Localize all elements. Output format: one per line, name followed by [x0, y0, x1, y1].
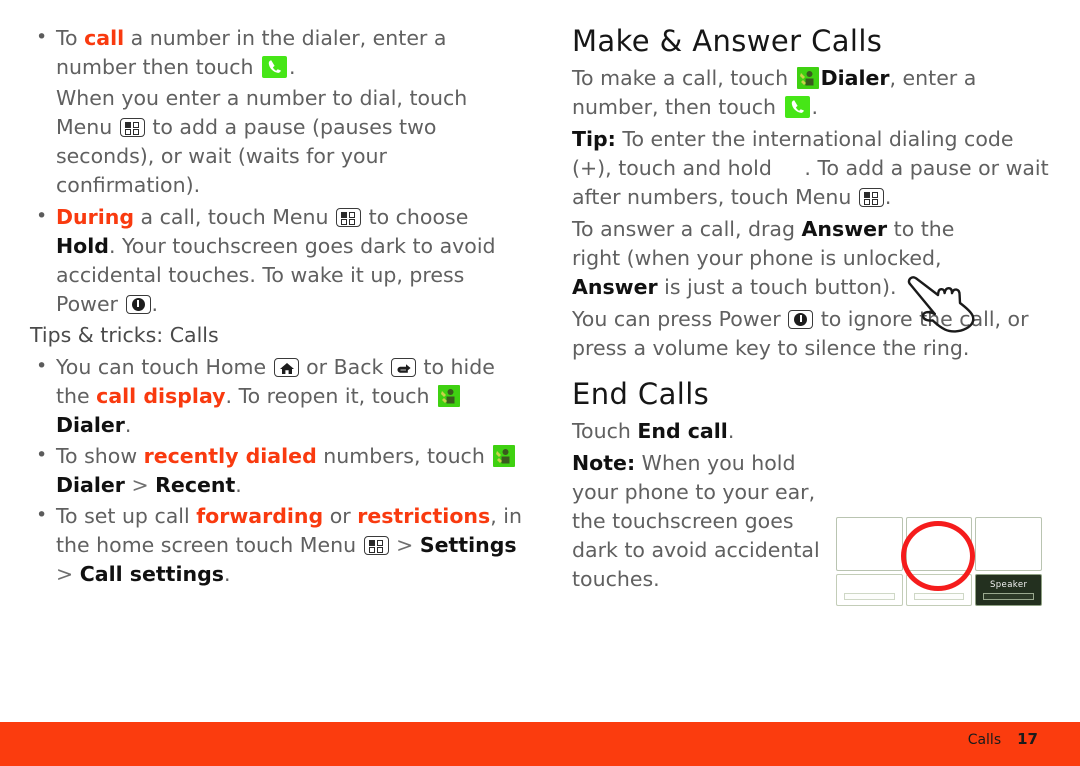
menu-icon: [336, 208, 362, 227]
power-icon: [788, 309, 814, 329]
breadcrumb-separator: >: [124, 473, 156, 497]
keypad-key-1[interactable]: [836, 517, 903, 571]
text-fragment: To show: [56, 444, 144, 468]
tips-tricks-subhead: Tips & tricks: Calls: [30, 323, 219, 347]
highlight-restrictions: restrictions: [357, 504, 491, 528]
note-label: Note:: [572, 450, 636, 475]
bold-settings: Settings: [419, 533, 517, 557]
dialer-app-icon: [438, 385, 461, 407]
bold-recent: Recent: [155, 473, 236, 497]
highlight-call: call: [84, 26, 125, 50]
list-item: During a call, touch Menu to choose Hold…: [30, 202, 530, 319]
tip-label: Tip:: [572, 126, 616, 151]
call-screen-keypad-illustration: Speaker: [836, 517, 1042, 606]
bold-call-settings: Call settings: [79, 562, 224, 586]
footer-section-label: Calls: [967, 732, 1002, 748]
back-icon: [390, 358, 416, 377]
list-item: To show recently dialed numbers, touch D…: [30, 441, 530, 500]
green-call-button-icon: [784, 95, 810, 118]
text-fragment: .: [223, 562, 231, 586]
bold-dialer: Dialer: [56, 473, 125, 497]
para-touch-end-call: Touch End call.: [572, 417, 1050, 446]
highlight-recently-dialed: recently dialed: [143, 444, 317, 468]
pointing-hand-icon: [904, 270, 990, 336]
text-fragment: .: [811, 94, 819, 119]
highlight-call-display: call display: [96, 384, 226, 408]
bold-dialer: Dialer: [820, 65, 890, 90]
manual-page: To call a number in the dialer, enter a …: [0, 0, 1080, 766]
text-fragment: . Your touchscreen goes dark to avoid ac…: [56, 234, 496, 316]
bullet-during-text: During a call, touch Menu to choose Hold…: [56, 203, 530, 319]
breadcrumb-separator: >: [389, 533, 420, 557]
keypad-key-5[interactable]: [905, 574, 973, 606]
text-fragment: You can press Power: [572, 306, 788, 331]
keypad-key-3[interactable]: [975, 517, 1042, 571]
text-fragment: Touch: [572, 418, 638, 443]
text-fragment: To answer a call, drag: [572, 216, 802, 241]
bold-dialer: Dialer: [56, 413, 125, 437]
menu-icon: [363, 536, 389, 555]
speaker-key-label: Speaker: [989, 580, 1028, 590]
bullet-forwarding-text: To set up call forwarding or restriction…: [56, 502, 530, 589]
menu-icon: [119, 118, 145, 137]
dialer-app-icon: [796, 66, 819, 89]
footer-bar: [0, 722, 1080, 766]
para-note: Note: When you hold your phone to your e…: [572, 449, 832, 594]
text-fragment: .: [235, 473, 242, 497]
power-icon: [125, 295, 151, 314]
text-fragment: You can touch Home: [56, 355, 273, 379]
page-number: 17: [1017, 730, 1038, 748]
key-slot: [913, 593, 965, 600]
text-fragment: To set up call: [56, 504, 197, 528]
highlight-forwarding: forwarding: [196, 504, 324, 528]
menu-icon: [858, 187, 884, 207]
page-title-end-calls: End Calls: [572, 376, 710, 411]
highlight-during: During: [56, 205, 135, 229]
text-fragment: .: [124, 413, 132, 437]
text-fragment: to choose: [362, 205, 469, 229]
bullet-hide-display-text: You can touch Home or Back to hide the c…: [56, 353, 530, 440]
missing-glyph-icon: [778, 159, 804, 175]
bullet-call-text: To call a number in the dialer, enter a …: [56, 24, 530, 82]
footer: Calls 17: [968, 730, 1038, 748]
bold-hold: Hold: [56, 234, 109, 258]
text-fragment: or: [323, 504, 358, 528]
bold-answer: Answer: [572, 274, 658, 299]
bold-end-call: End call: [637, 418, 728, 443]
para-tip: Tip: To enter the international dialing …: [572, 125, 1050, 212]
dialer-app-icon: [493, 445, 516, 467]
text-fragment: To: [56, 26, 85, 50]
text-fragment: .: [289, 55, 296, 79]
key-slot: [844, 593, 895, 600]
text-fragment: or Back: [299, 355, 390, 379]
text-fragment: a call, touch Menu: [134, 205, 336, 229]
text-fragment: .: [884, 184, 892, 209]
speaker-key[interactable]: Speaker: [975, 574, 1042, 606]
para-make-a-call: To make a call, touch Dialer, enter a nu…: [572, 64, 1050, 122]
text-fragment: .: [727, 418, 735, 443]
bullet-call-subtext: When you enter a number to dial, touch M…: [30, 84, 530, 200]
left-column: To call a number in the dialer, enter a …: [30, 23, 530, 591]
bold-answer: Answer: [801, 216, 888, 241]
list-item: To set up call forwarding or restriction…: [30, 501, 530, 589]
page-title-make-answer-calls: Make & Answer Calls: [572, 24, 883, 58]
text-fragment: .: [151, 292, 159, 316]
end-call-key[interactable]: [905, 517, 973, 571]
text-fragment: To make a call, touch: [572, 65, 795, 90]
text-fragment: . To reopen it, touch: [225, 384, 437, 408]
keypad-key-4[interactable]: [836, 574, 903, 606]
list-item: You can touch Home or Back to hide the c…: [30, 352, 530, 440]
text-fragment: numbers, touch: [316, 444, 492, 468]
key-slot: [983, 593, 1034, 600]
home-icon: [273, 358, 299, 377]
green-call-button-icon: [262, 56, 288, 78]
text-fragment: is just a touch button).: [657, 274, 897, 299]
list-item: To call a number in the dialer, enter a …: [30, 23, 530, 82]
breadcrumb-separator: >: [56, 562, 80, 586]
bullet-recent-text: To show recently dialed numbers, touch D…: [56, 442, 530, 500]
